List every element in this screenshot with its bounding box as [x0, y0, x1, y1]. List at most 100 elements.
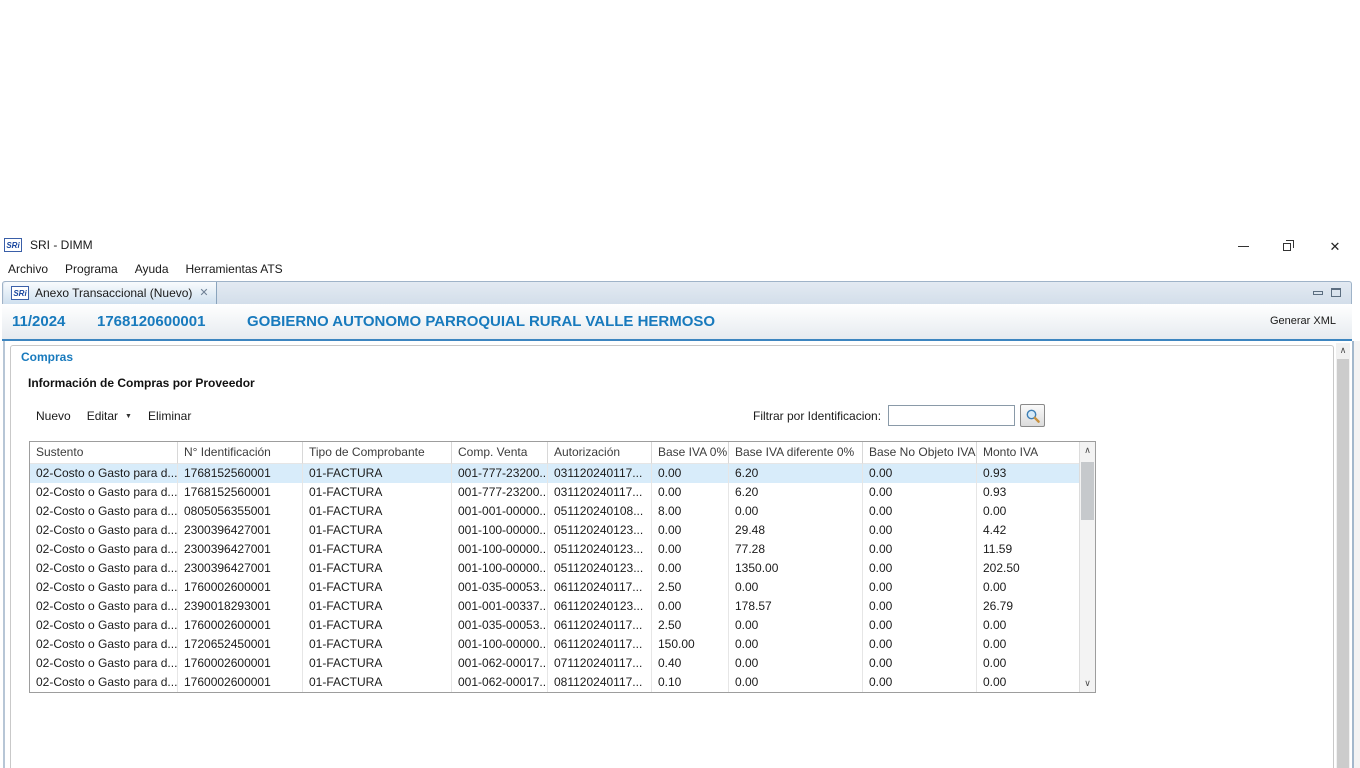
table-cell: 1760002600001 — [178, 654, 303, 673]
table-cell: 0.00 — [652, 540, 729, 559]
minimize-icon — [1238, 246, 1249, 247]
table-row[interactable]: 02-Costo o Gasto para d...17600026000010… — [30, 673, 1095, 692]
menu-bar: Archivo Programa Ayuda Herramientas ATS — [0, 258, 1360, 279]
table-cell: 01-FACTURA — [303, 521, 452, 540]
table-cell: 0.00 — [863, 502, 977, 521]
table-cell: 0.10 — [652, 673, 729, 692]
column-header[interactable]: Base IVA diferente 0% — [729, 442, 863, 464]
column-header[interactable]: Autorización — [548, 442, 652, 464]
window-close-button[interactable]: ✕ — [1312, 234, 1358, 258]
menu-item-herramientas-ats[interactable]: Herramientas ATS — [186, 262, 283, 276]
editar-dropdown-caret-icon[interactable]: ▼ — [125, 413, 132, 420]
table-cell: 0.00 — [652, 597, 729, 616]
table-scroll-down-icon[interactable]: ∨ — [1080, 676, 1095, 691]
table-cell: 0.93 — [977, 483, 1080, 502]
app-sri-icon: SRi — [4, 238, 22, 252]
editar-button[interactable]: Editar — [87, 409, 118, 423]
view-buttons — [1313, 288, 1341, 297]
table-cell: 061120240117... — [548, 616, 652, 635]
table-row[interactable]: 02-Costo o Gasto para d...17681525600010… — [30, 464, 1095, 483]
table-row[interactable]: 02-Costo o Gasto para d...17206524500010… — [30, 635, 1095, 654]
nuevo-button[interactable]: Nuevo — [36, 409, 71, 423]
entity-name-label: GOBIERNO AUTONOMO PARROQUIAL RURAL VALLE… — [247, 304, 715, 339]
tab-anexo-transaccional[interactable]: SRi Anexo Transaccional (Nuevo) ✕ — [4, 282, 217, 304]
table-scrollbar[interactable]: ∧ ∨ — [1079, 442, 1095, 692]
table-cell: 0.00 — [863, 521, 977, 540]
search-button[interactable] — [1020, 404, 1045, 427]
table-cell: 8.00 — [652, 502, 729, 521]
table-cell: 0.40 — [652, 654, 729, 673]
table-cell: 2.50 — [652, 616, 729, 635]
table-cell: 02-Costo o Gasto para d... — [30, 521, 178, 540]
table-cell: 01-FACTURA — [303, 464, 452, 483]
table-cell: 02-Costo o Gasto para d... — [30, 559, 178, 578]
filter-input[interactable] — [888, 405, 1015, 426]
table-cell: 77.28 — [729, 540, 863, 559]
menu-item-archivo[interactable]: Archivo — [8, 262, 48, 276]
table-cell: 0.00 — [977, 616, 1080, 635]
table-row[interactable]: 02-Costo o Gasto para d...23003964270010… — [30, 540, 1095, 559]
scroll-up-icon[interactable]: ∧ — [1336, 343, 1350, 358]
view-maximize-icon[interactable] — [1331, 288, 1341, 297]
table-cell: 0.00 — [729, 616, 863, 635]
table-row[interactable]: 02-Costo o Gasto para d...17600026000010… — [30, 578, 1095, 597]
table-cell: 02-Costo o Gasto para d... — [30, 578, 178, 597]
table-row[interactable]: 02-Costo o Gasto para d...23003964270010… — [30, 559, 1095, 578]
restore-icon — [1283, 240, 1295, 252]
table-cell: 202.50 — [977, 559, 1080, 578]
table-cell: 01-FACTURA — [303, 616, 452, 635]
table-cell: 0.00 — [863, 483, 977, 502]
view-minimize-icon[interactable] — [1313, 291, 1323, 295]
column-header[interactable]: Base No Objeto IVA — [863, 442, 977, 464]
column-header[interactable]: N° Identificación — [178, 442, 303, 464]
page-scrollbar[interactable]: ∧ — [1336, 343, 1350, 768]
table-cell: 01-FACTURA — [303, 673, 452, 692]
table-row[interactable]: 02-Costo o Gasto para d...17600026000010… — [30, 654, 1095, 673]
table-cell: 0.00 — [863, 654, 977, 673]
window-right-margin — [1354, 341, 1360, 768]
table-row[interactable]: 02-Costo o Gasto para d...23003964270010… — [30, 521, 1095, 540]
document-header: 11/2024 1768120600001 GOBIERNO AUTONOMO … — [2, 304, 1352, 341]
column-header[interactable]: Tipo de Comprobante — [303, 442, 452, 464]
table-cell: 4.42 — [977, 521, 1080, 540]
table-cell: 01-FACTURA — [303, 559, 452, 578]
table-scrollbar-thumb[interactable] — [1081, 462, 1094, 520]
table-row[interactable]: 02-Costo o Gasto para d...23900182930010… — [30, 597, 1095, 616]
table-cell: 2300396427001 — [178, 521, 303, 540]
tab-label: Anexo Transaccional (Nuevo) — [35, 286, 192, 300]
table-row[interactable]: 02-Costo o Gasto para d...17681525600010… — [30, 483, 1095, 502]
tab-close-icon[interactable]: ✕ — [199, 288, 208, 299]
table-cell: 051120240123... — [548, 521, 652, 540]
table-cell: 031120240117... — [548, 464, 652, 483]
window-restore-button[interactable] — [1266, 234, 1312, 258]
table-cell: 0.00 — [729, 502, 863, 521]
table-scroll-up-icon[interactable]: ∧ — [1080, 443, 1095, 458]
table-cell: 061120240117... — [548, 578, 652, 597]
table-cell: 001-001-00337... — [452, 597, 548, 616]
compras-toolbar: Nuevo Editar ▼ Eliminar — [36, 409, 207, 423]
table-cell: 0.00 — [977, 578, 1080, 597]
table-row[interactable]: 02-Costo o Gasto para d...17600026000010… — [30, 616, 1095, 635]
column-header[interactable]: Comp. Venta — [452, 442, 548, 464]
generar-xml-button[interactable]: Generar XML — [1270, 315, 1336, 327]
table-cell: 2.50 — [652, 578, 729, 597]
eliminar-button[interactable]: Eliminar — [148, 409, 191, 423]
table-row[interactable]: 02-Costo o Gasto para d...08050563550010… — [30, 502, 1095, 521]
column-header[interactable]: Sustento — [30, 442, 178, 464]
menu-item-ayuda[interactable]: Ayuda — [135, 262, 169, 276]
column-header[interactable]: Monto IVA — [977, 442, 1080, 464]
window-minimize-button[interactable] — [1220, 234, 1266, 258]
page-scrollbar-thumb[interactable] — [1337, 359, 1349, 768]
menu-item-programa[interactable]: Programa — [65, 262, 118, 276]
column-header[interactable]: Base IVA 0% — [652, 442, 729, 464]
table-cell: 061120240123... — [548, 597, 652, 616]
window-left-border — [3, 341, 5, 768]
filter-label: Filtrar por Identificacion: — [753, 409, 881, 423]
table-cell: 0.00 — [652, 464, 729, 483]
table-cell: 001-100-00000... — [452, 559, 548, 578]
table-cell: 001-035-00053... — [452, 616, 548, 635]
table-cell: 001-035-00053... — [452, 578, 548, 597]
table-cell: 02-Costo o Gasto para d... — [30, 540, 178, 559]
table-cell: 071120240117... — [548, 654, 652, 673]
compras-table: SustentoN° IdentificaciónTipo de Comprob… — [29, 441, 1096, 693]
